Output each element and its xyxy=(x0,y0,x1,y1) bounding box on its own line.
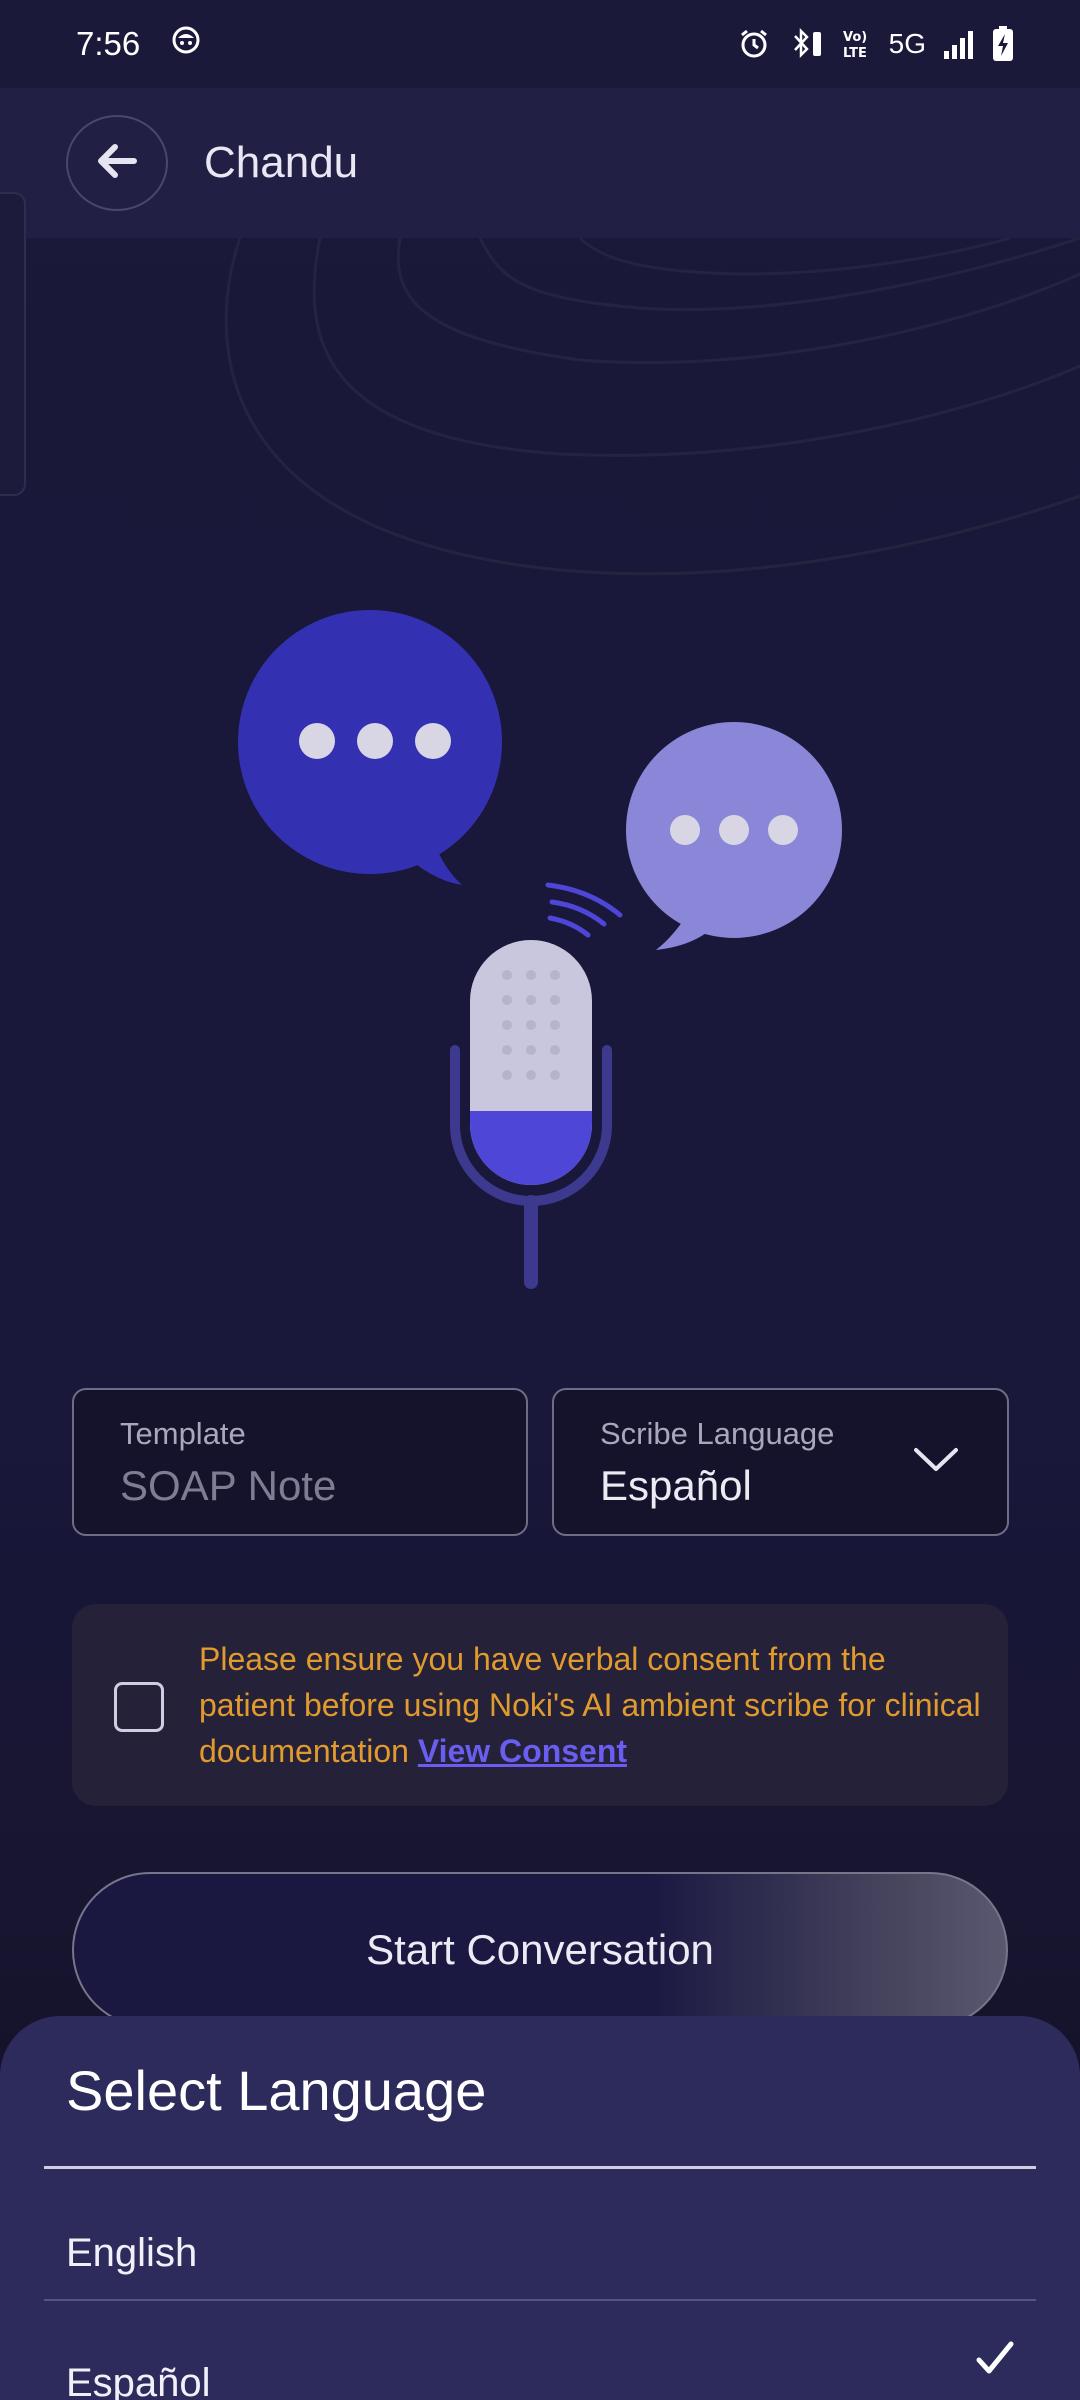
arrow-left-icon xyxy=(96,142,138,185)
start-conversation-button[interactable]: Start Conversation xyxy=(72,1872,1008,2028)
conversation-illustration xyxy=(238,610,842,1289)
consent-card: Please ensure you have verbal consent fr… xyxy=(72,1604,1008,1806)
checkmark-icon xyxy=(976,2341,1014,2380)
template-value: SOAP Note xyxy=(120,1462,337,1509)
chat-bubble-small-icon xyxy=(626,722,842,950)
microphone-icon xyxy=(450,882,623,1289)
language-option-english[interactable]: English xyxy=(0,2169,1080,2299)
status-right: Vo) LTE 5G xyxy=(737,26,1014,62)
volte-icon: Vo) LTE xyxy=(841,27,873,61)
sheet-title: Select Language xyxy=(66,2059,487,2122)
page-title: Chandu xyxy=(204,138,359,187)
language-option-espanol[interactable]: Español xyxy=(0,2301,1080,2400)
language-option-label: Español xyxy=(66,2361,211,2400)
back-button[interactable] xyxy=(66,115,168,211)
svg-text:Vo): Vo) xyxy=(843,30,867,45)
battery-charging-icon xyxy=(992,26,1014,62)
status-time: 7:56 xyxy=(76,25,141,62)
view-consent-link[interactable]: View Consent xyxy=(418,1733,627,1769)
template-label: Template xyxy=(120,1416,246,1451)
consent-text: Please ensure you have verbal consent fr… xyxy=(199,1636,989,1774)
signal-icon xyxy=(942,29,976,59)
consent-checkbox[interactable] xyxy=(114,1682,164,1732)
template-field[interactable]: Template SOAP Note xyxy=(72,1388,528,1536)
network-type: 5G xyxy=(888,28,926,59)
bluetooth-icon xyxy=(787,27,825,61)
app-bar: Chandu xyxy=(0,88,1080,238)
svg-text:LTE: LTE xyxy=(843,46,867,61)
chat-bubble-large-icon xyxy=(238,610,502,885)
scribe-language-select[interactable]: Scribe Language Español xyxy=(552,1388,1009,1536)
status-left: 7:56 xyxy=(76,24,202,64)
status-bar: 7:56 Vo) LTE 5G xyxy=(0,0,1080,88)
chevron-down-icon xyxy=(913,1446,959,1479)
app-screen: 7:56 Vo) LTE 5G Chandu Template SOAP Not… xyxy=(0,0,1080,2400)
background-pattern xyxy=(224,238,1080,576)
notification-app-icon xyxy=(170,24,202,64)
alarm-icon xyxy=(737,27,771,61)
language-option-label: English xyxy=(66,2231,198,2275)
select-language-sheet: Select Language English Español xyxy=(0,2016,1080,2400)
